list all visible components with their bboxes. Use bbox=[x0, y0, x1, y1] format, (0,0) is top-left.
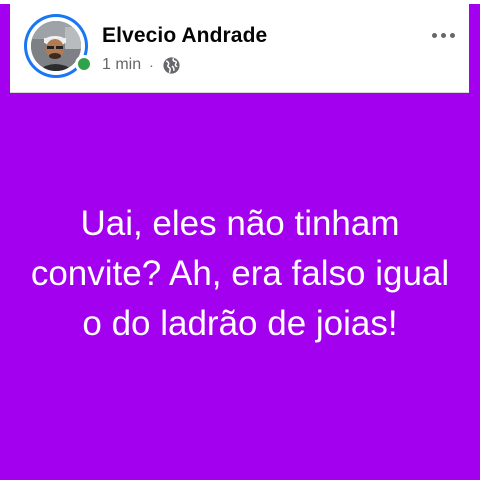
post-timestamp[interactable]: 1 min bbox=[102, 56, 141, 74]
author-name[interactable]: Elvecio Andrade bbox=[102, 24, 267, 48]
globe-icon[interactable] bbox=[162, 56, 181, 75]
post-meta: 1 min · bbox=[102, 54, 181, 76]
screen: Elvecio Andrade 1 min · Uai, eles não ti… bbox=[0, 0, 480, 480]
avatar bbox=[31, 21, 81, 71]
post-header: Elvecio Andrade 1 min · bbox=[10, 2, 469, 92]
post-body: Uai, eles não tinham convite? Ah, era fa… bbox=[0, 92, 480, 480]
avatar-photo bbox=[31, 21, 81, 71]
more-options-icon[interactable] bbox=[427, 24, 459, 46]
post-text: Uai, eles não tinham convite? Ah, era fa… bbox=[30, 204, 450, 343]
online-status-dot bbox=[75, 55, 93, 73]
meta-separator: · bbox=[149, 57, 154, 73]
